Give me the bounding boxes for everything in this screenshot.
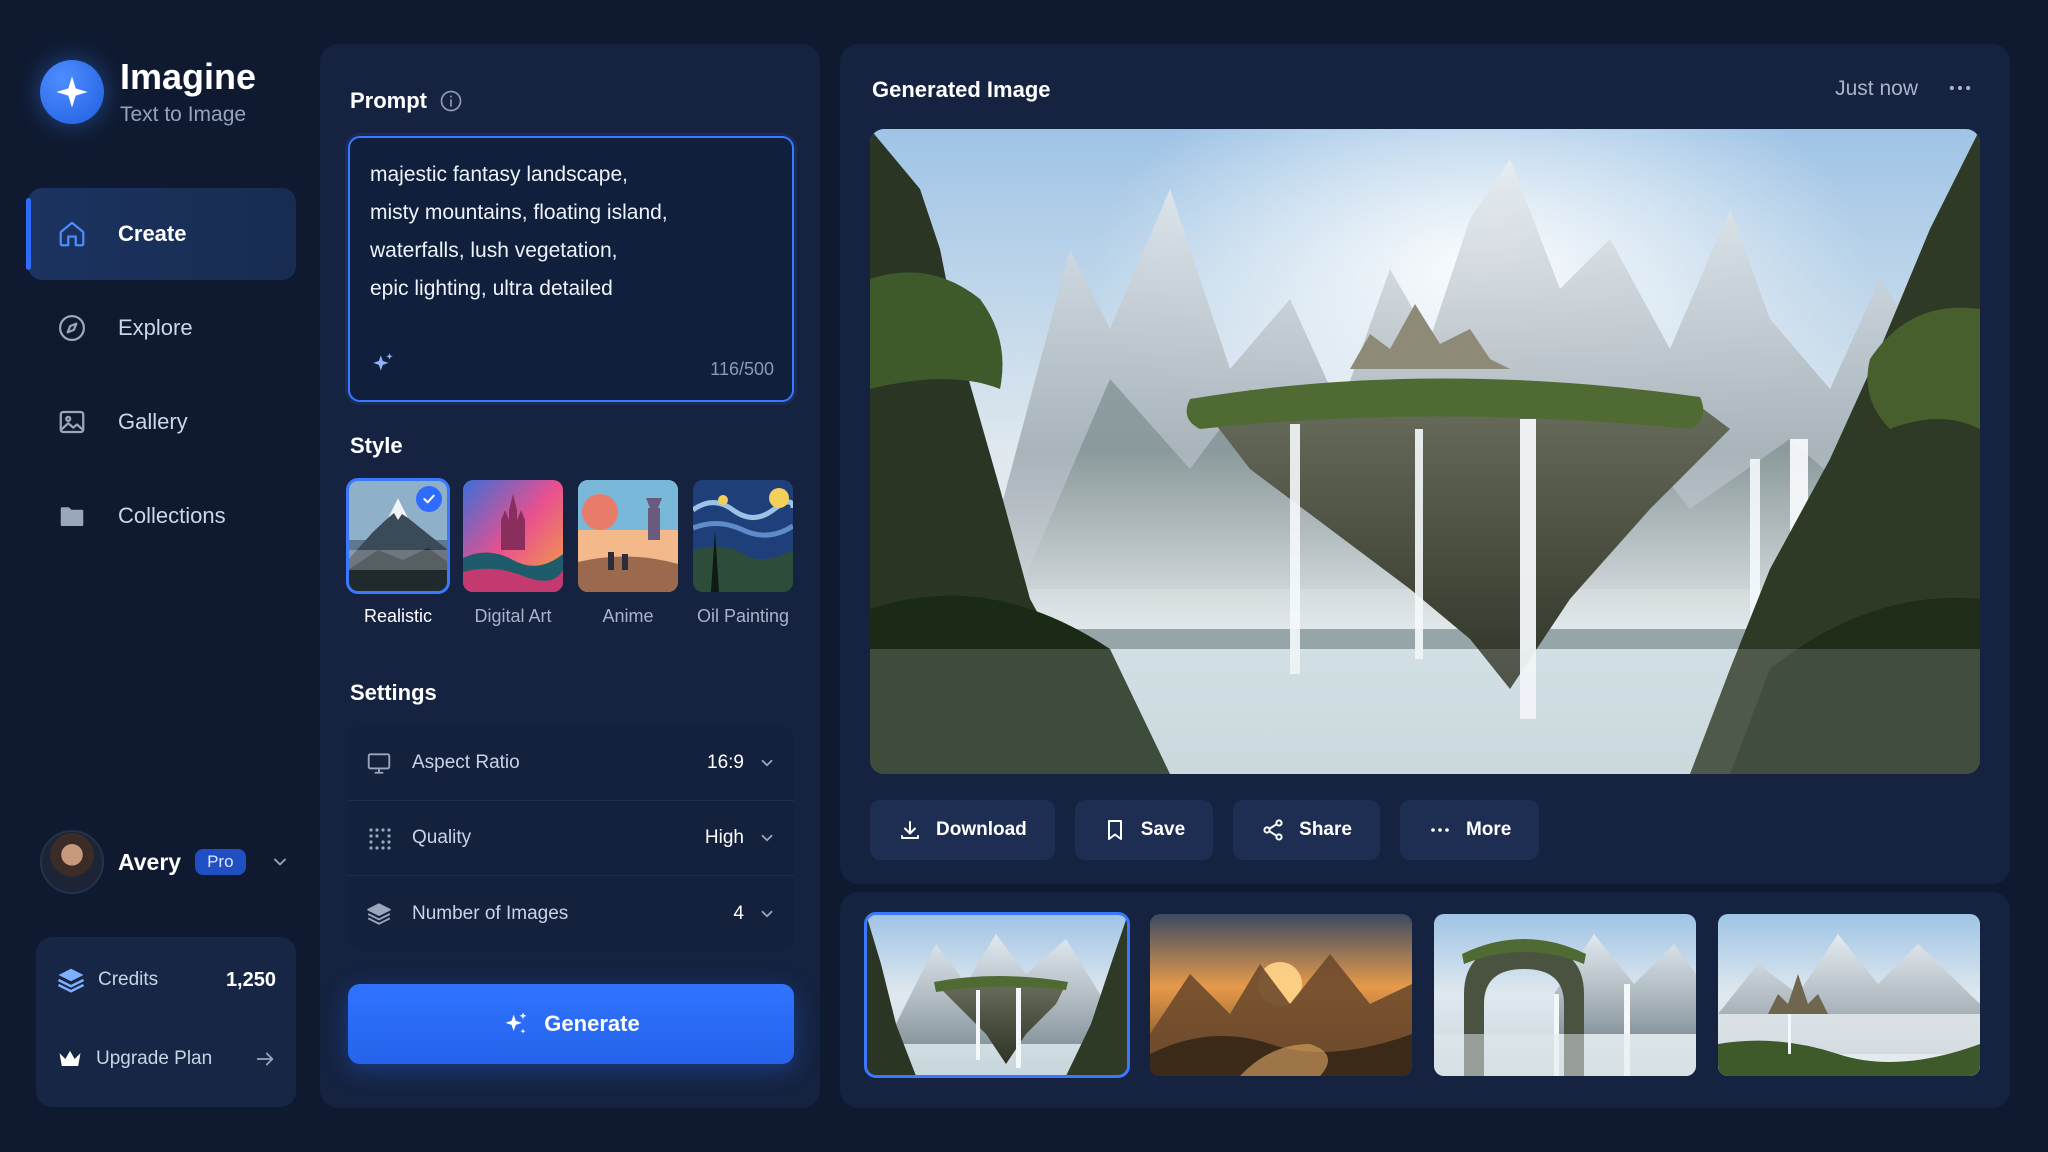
bookmark-icon	[1103, 818, 1127, 842]
more-button[interactable]: More	[1399, 800, 1540, 860]
sidebar-nav: Create Explore Gallery Collections	[26, 188, 296, 562]
style-option-anime[interactable]: Anime	[578, 480, 678, 627]
style-option-oil-painting[interactable]: Oil Painting	[693, 480, 793, 627]
setting-label: Aspect Ratio	[412, 752, 520, 773]
app-title: Imagine	[120, 56, 257, 97]
layers-icon	[366, 901, 392, 927]
style-label: Realistic	[363, 606, 433, 626]
setting-aspect-ratio[interactable]: Aspect Ratio 16:9	[348, 726, 794, 801]
sidebar: Imagine Text to Image Create Explore Gal…	[0, 0, 310, 1152]
generated-image[interactable]	[870, 129, 1980, 774]
result-actions: Download Save Share More	[870, 800, 1540, 860]
plan-badge: Pro	[195, 849, 246, 875]
compass-icon	[56, 312, 88, 344]
result-panel: Generated Image Just now Download Save S…	[840, 44, 2010, 884]
style-option-digital-art[interactable]: Digital Art	[463, 480, 563, 627]
save-button[interactable]: Save	[1074, 800, 1214, 860]
style-thumbnail	[693, 480, 793, 592]
action-label: Share	[1299, 819, 1352, 840]
prompt-header: Prompt	[350, 88, 463, 114]
avatar	[40, 830, 104, 894]
setting-number-of-images[interactable]: Number of Images 4	[348, 876, 794, 951]
share-button[interactable]: Share	[1233, 800, 1380, 860]
arrow-right-icon	[254, 1048, 276, 1070]
generate-button[interactable]: Generate	[348, 984, 794, 1064]
style-label: Anime	[602, 606, 654, 626]
style-thumbnail	[463, 480, 563, 592]
chevron-down-icon	[758, 754, 776, 772]
sparkle-icon	[502, 1010, 530, 1038]
action-label: More	[1465, 819, 1512, 840]
image-icon	[56, 406, 88, 438]
style-options: Realistic Digital Art Anime Oil Painting	[346, 478, 793, 627]
setting-value: 4	[733, 902, 744, 924]
credits-value: 1,250	[225, 968, 276, 991]
settings-title: Settings	[350, 680, 437, 705]
monitor-icon	[366, 750, 392, 776]
sidebar-item-create[interactable]: Create	[26, 188, 296, 280]
home-icon	[56, 218, 88, 250]
sidebar-item-gallery[interactable]: Gallery	[28, 376, 296, 468]
info-icon[interactable]	[439, 89, 463, 113]
chevron-down-icon	[758, 905, 776, 923]
selected-check-icon	[416, 486, 442, 512]
more-horizontal-icon	[1428, 818, 1452, 842]
action-label: Download	[936, 819, 1027, 840]
result-timestamp: Just now	[1835, 77, 1918, 100]
variation-thumbnail-2[interactable]	[1150, 914, 1412, 1076]
download-icon	[898, 818, 922, 842]
folder-icon	[56, 500, 88, 532]
variation-thumbnail-1[interactable]	[864, 912, 1130, 1078]
result-title: Generated Image	[872, 77, 1051, 102]
share-icon	[1261, 818, 1285, 842]
chevron-down-icon[interactable]	[270, 852, 290, 872]
variation-thumbnails	[864, 912, 1980, 1078]
prompt-text[interactable]: majestic fantasy landscape, misty mounta…	[370, 156, 668, 308]
prompt-title: Prompt	[350, 88, 427, 113]
download-button[interactable]: Download	[870, 800, 1055, 860]
style-thumbnail	[578, 480, 678, 592]
credits-row: Credits 1,250	[56, 965, 276, 995]
user-menu[interactable]: Avery Pro	[40, 830, 290, 894]
app-subtitle: Text to Image	[120, 103, 247, 126]
user-name: Avery	[118, 848, 182, 875]
enhance-sparkle-icon[interactable]	[370, 351, 396, 382]
grid-dots-icon	[366, 826, 392, 850]
generate-label: Generate	[544, 1011, 640, 1036]
variations-panel	[840, 892, 2010, 1108]
sidebar-item-collections[interactable]: Collections	[28, 470, 296, 562]
setting-value: 16:9	[707, 752, 744, 773]
sidebar-item-explore[interactable]: Explore	[28, 282, 296, 374]
sidebar-item-label: Gallery	[118, 409, 188, 434]
variation-thumbnail-3[interactable]	[1434, 914, 1696, 1076]
brand: Imagine Text to Image	[40, 57, 256, 127]
action-label: Save	[1140, 819, 1186, 840]
setting-label: Number of Images	[412, 902, 569, 924]
sidebar-item-label: Collections	[118, 503, 226, 528]
style-label: Digital Art	[474, 606, 552, 626]
style-title: Style	[350, 433, 403, 458]
credits-card: Credits 1,250 Upgrade Plan	[36, 937, 296, 1107]
style-label: Oil Painting	[696, 606, 790, 626]
setting-label: Quality	[412, 827, 472, 848]
sidebar-item-label: Explore	[118, 315, 193, 340]
sparkle-logo-icon	[40, 60, 104, 124]
settings-list: Aspect Ratio 16:9 Quality High Number of…	[348, 726, 794, 951]
variation-thumbnail-4[interactable]	[1718, 914, 1980, 1076]
layers-icon	[56, 965, 86, 995]
setting-value: High	[704, 827, 744, 848]
crown-icon	[56, 1045, 84, 1073]
upgrade-plan-button[interactable]: Upgrade Plan	[56, 1045, 276, 1073]
style-option-realistic[interactable]: Realistic	[346, 478, 450, 627]
upgrade-label: Upgrade Plan	[96, 1048, 213, 1069]
prompt-panel: Prompt majestic fantasy landscape, misty…	[320, 44, 820, 1108]
chevron-down-icon	[758, 829, 776, 847]
credits-label: Credits	[98, 969, 159, 990]
setting-quality[interactable]: Quality High	[348, 801, 794, 876]
more-horizontal-icon[interactable]	[1946, 74, 1974, 107]
style-thumbnail	[346, 478, 450, 594]
sidebar-item-label: Create	[118, 221, 187, 246]
character-count: 116/500	[710, 359, 774, 379]
prompt-input[interactable]: majestic fantasy landscape, misty mounta…	[348, 136, 794, 402]
